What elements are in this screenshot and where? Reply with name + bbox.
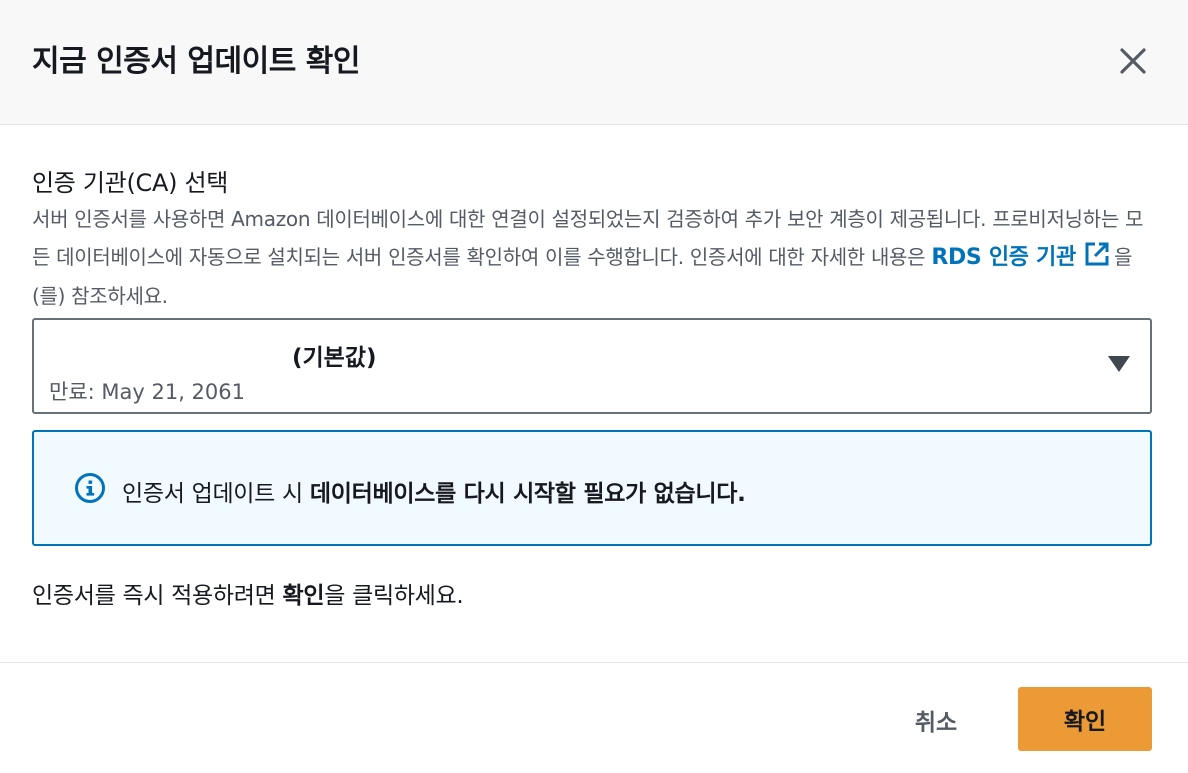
rds-ca-link-label: RDS 인증 기관: [931, 245, 1076, 270]
info-alert-text-bold: 데이터베이스를 다시 시작할 필요가 없습니다.: [309, 481, 746, 507]
certificate-update-modal: 지금 인증서 업데이트 확인 인증 기관(CA) 선택 서버 인증서를 사용하면…: [0, 0, 1188, 773]
caret-down-icon: [1108, 356, 1130, 372]
ca-description: 서버 인증서를 사용하면 Amazon 데이터베이스에 대한 연결이 설정되었는…: [32, 200, 1152, 315]
ca-select-expiry: 만료: May 21, 2061: [49, 380, 245, 404]
close-icon: [1120, 48, 1146, 74]
ca-section-label: 인증 기관(CA) 선택: [32, 169, 229, 197]
modal-title: 지금 인증서 업데이트 확인: [32, 44, 360, 79]
instruction-bold: 확인: [282, 583, 325, 609]
info-alert-text-normal: 인증서 업데이트 시: [122, 481, 310, 507]
footer-divider: [0, 662, 1188, 663]
info-icon: [75, 473, 105, 503]
ca-select[interactable]: (기본값) 만료: May 21, 2061: [32, 318, 1152, 414]
cancel-button[interactable]: 취소: [884, 690, 988, 750]
apply-instruction: 인증서를 즉시 적용하려면 확인을 클릭하세요.: [32, 576, 464, 610]
rds-ca-link[interactable]: RDS 인증 기관: [931, 242, 1114, 270]
modal-header: 지금 인증서 업데이트 확인: [0, 0, 1188, 125]
info-alert-text: 인증서 업데이트 시 데이터베이스를 다시 시작할 필요가 없습니다.: [122, 474, 746, 508]
instruction-after: 을 클릭하세요.: [324, 583, 464, 609]
info-alert: 인증서 업데이트 시 데이터베이스를 다시 시작할 필요가 없습니다.: [32, 430, 1152, 546]
ca-select-value: (기본값): [292, 345, 377, 371]
external-link-icon: [1085, 242, 1109, 266]
confirm-button[interactable]: 확인: [1018, 687, 1152, 751]
close-button[interactable]: [1112, 40, 1154, 82]
instruction-before: 인증서를 즉시 적용하려면: [32, 583, 283, 609]
